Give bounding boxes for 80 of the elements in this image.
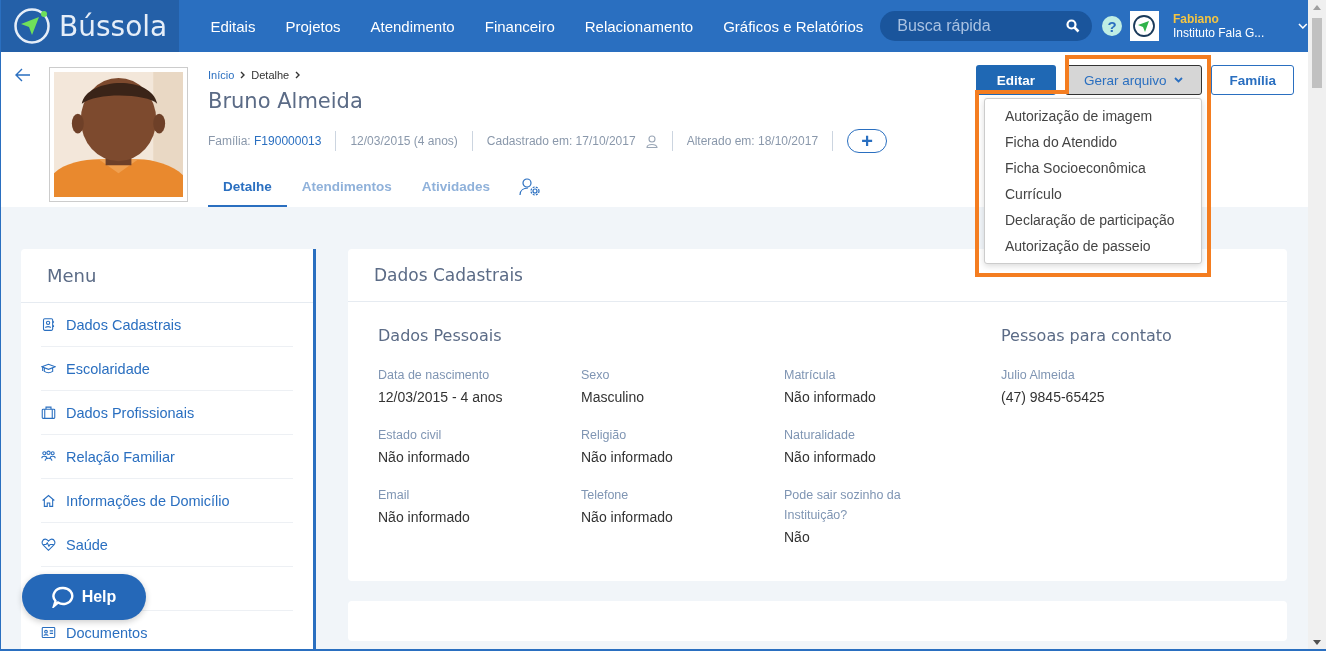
- family-link[interactable]: F190000013: [254, 134, 322, 148]
- menu-item[interactable]: Autorização de imagem: [985, 103, 1201, 129]
- field-value: Não informado: [378, 509, 471, 525]
- scroll-thumb[interactable]: [1312, 18, 1322, 88]
- help-button[interactable]: Help: [22, 574, 146, 620]
- sidebar-link[interactable]: Relação Familiar: [66, 448, 175, 465]
- sidebar-link[interactable]: Escolaridade: [66, 360, 150, 377]
- field-label: Email: [378, 487, 411, 504]
- graduation-icon: [41, 361, 56, 376]
- field-value: Não informado: [581, 509, 674, 525]
- nav-link[interactable]: Financeiro: [469, 17, 570, 35]
- chevron-right-icon: [240, 71, 246, 79]
- family-label: Família:: [208, 134, 252, 148]
- contact-name: Julio Almeida: [1001, 367, 1076, 384]
- field-label: Matrícula: [784, 367, 837, 384]
- sidebar-link[interactable]: Documentos: [66, 624, 148, 641]
- tab[interactable]: Detalhe: [208, 179, 287, 207]
- field-value: Não informado: [784, 449, 877, 465]
- field-value: Masculino: [581, 389, 646, 405]
- section-title: Pessoas para contato: [1001, 326, 1172, 345]
- nav-link[interactable]: Relacionamento: [569, 17, 709, 35]
- nav-link[interactable]: Projetos: [270, 17, 356, 35]
- user-gear-icon[interactable]: [519, 177, 542, 197]
- chevron-down-icon[interactable]: [1298, 23, 1308, 29]
- field-value: Não informado: [784, 389, 877, 405]
- chevron-right-icon: [295, 71, 301, 79]
- user-icon: [645, 134, 658, 148]
- field-value: 12/03/2015 - 4 anos: [378, 389, 504, 405]
- id-card-icon: [41, 317, 56, 332]
- heart-icon: [41, 537, 56, 552]
- home-icon: [41, 493, 56, 508]
- section-title: Dados Pessoais: [378, 326, 503, 345]
- help-icon[interactable]: ?: [1102, 16, 1122, 36]
- menu-item[interactable]: Ficha Socioeconômica: [985, 155, 1201, 181]
- person-name: Bruno Almeida: [208, 89, 364, 113]
- sidebar-link[interactable]: Dados Profissionais: [66, 404, 195, 421]
- contact-phone: (47) 9845-65425: [1001, 389, 1106, 405]
- user-avatar[interactable]: [1129, 11, 1159, 41]
- scrollbar[interactable]: [1308, 0, 1326, 649]
- meta-text: Cadastrado em: 17/10/2017: [486, 134, 636, 148]
- field-label: Pode sair sozinho da Instituição?: [784, 487, 902, 524]
- nav-link[interactable]: Gráficos e Relatórios: [708, 17, 879, 35]
- nav-link[interactable]: Editais: [195, 17, 271, 35]
- field-value: Não: [784, 529, 811, 545]
- briefcase-icon: [41, 405, 56, 420]
- sidebar-link[interactable]: Saúde: [66, 536, 108, 553]
- field-value: Não informado: [378, 449, 471, 465]
- field-label: Naturalidade: [784, 427, 856, 444]
- compass-logo-icon: [13, 7, 51, 45]
- breadcrumb-item: Detalhe: [251, 69, 290, 81]
- meta-text: 12/03/2015 (4 anos): [350, 134, 458, 148]
- app-logo: Bússola: [59, 9, 168, 43]
- meta-text: Alterado em: 18/10/2017: [686, 134, 819, 148]
- people-icon: [41, 449, 56, 464]
- back-arrow-icon[interactable]: [15, 68, 31, 82]
- menu-item[interactable]: Ficha do Atendido: [985, 129, 1201, 155]
- organization-name[interactable]: Instituto Fala G...: [1172, 26, 1265, 40]
- search-input[interactable]: Busca rápida: [895, 16, 1067, 36]
- add-button[interactable]: +: [847, 129, 888, 153]
- sidebar-link[interactable]: Informações de Domicílio: [66, 492, 230, 509]
- nav-link[interactable]: Atendimento: [355, 17, 470, 35]
- menu-title: Menu: [21, 249, 313, 303]
- chat-bubble-icon: [51, 586, 74, 608]
- field-label: Estado civil: [378, 427, 443, 444]
- field-label: Sexo: [581, 367, 611, 384]
- family-button[interactable]: Família: [1211, 65, 1294, 95]
- user-name[interactable]: Fabiano: [1172, 12, 1265, 26]
- field-label: Religião: [581, 427, 628, 444]
- search-icon[interactable]: [1066, 19, 1081, 33]
- document-icon: [41, 625, 56, 640]
- field-value: Não informado: [581, 449, 674, 465]
- sidebar-link[interactable]: Dados Cadastrais: [66, 316, 182, 333]
- menu-item[interactable]: Declaração de participação: [985, 207, 1201, 233]
- menu-item[interactable]: Currículo: [985, 181, 1201, 207]
- field-label: Telefone: [581, 487, 630, 504]
- chevron-down-icon: [1174, 77, 1184, 83]
- breadcrumb-link[interactable]: Início: [208, 69, 235, 81]
- scroll-down-icon[interactable]: [1313, 639, 1321, 645]
- field-label: Data de nascimento: [378, 367, 491, 384]
- search-field[interactable]: Busca rápida: [880, 11, 1093, 41]
